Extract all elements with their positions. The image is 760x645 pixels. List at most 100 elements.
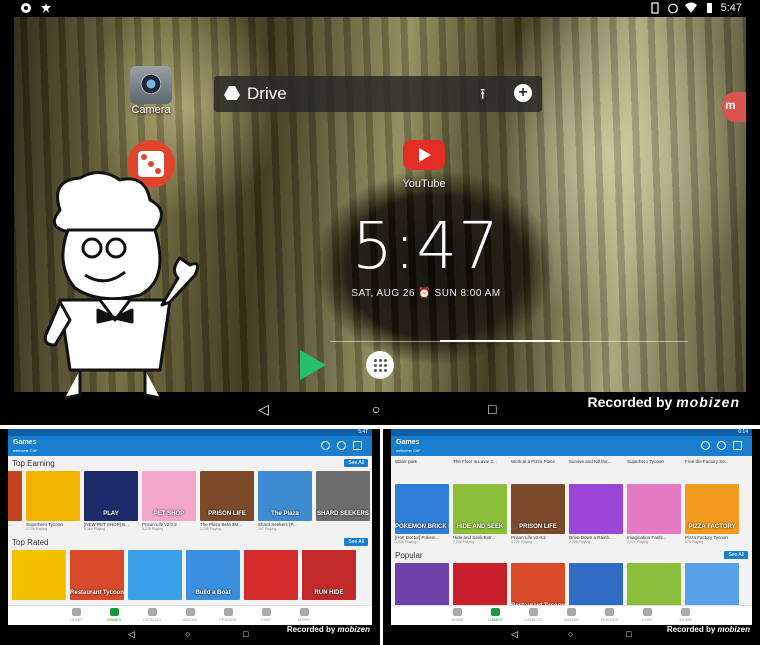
tab-catalog[interactable]: CATALOG [141,606,163,625]
drive-icon [224,86,240,100]
recorder-brand: mobizen [717,625,750,634]
home-tab-icon [71,608,81,616]
section-title-popular: Popular [395,551,423,560]
game-card[interactable]: Superhero Tycoon 2,235 Playing [26,471,80,531]
tab-games[interactable]: GAMES [103,606,125,625]
tab-friends[interactable]: FRIENDS [599,606,621,625]
back-icon[interactable]: ◁ [258,401,269,418]
menu-icon[interactable] [353,441,362,450]
tab-catalog[interactable]: CATALOG [523,606,545,625]
game-card[interactable]: HIDE AND SEEK Hide and Seek Extr... 2,229 … [453,484,507,544]
recorder-brand: mobizen [337,625,370,634]
home-icon[interactable]: ○ [568,629,573,639]
back-icon[interactable]: ◁ [128,629,135,640]
friends-tab-icon [605,608,614,616]
add-icon[interactable]: + [514,84,532,102]
tab-avatar[interactable]: AVATAR [561,606,583,625]
game-card[interactable]: Superhero Tycoon [627,458,681,464]
game-card[interactable] [128,550,182,600]
page-indicator [330,340,688,342]
recents-icon[interactable]: □ [488,401,496,417]
game-thumbnail: PRISON LIFE [200,471,254,521]
roblox-header: Games welcome ChF [391,436,752,456]
game-card[interactable]: Survive and Kill the... [569,458,623,464]
game-card[interactable]: PET SHOP Prison Life v2.0.2 3,229 Playing [142,471,196,531]
game-card[interactable]: Free the Factory Se... [685,458,739,464]
camera-icon [130,66,172,104]
game-row: POKEMON BRICK BRONZE[Hot! Doctor] Pokem.… [391,482,752,548]
section-title-top-earning: Top Earning [12,459,55,468]
upload-icon[interactable]: ⭱ [480,84,485,109]
home-tab-icon [453,608,462,616]
tab-more[interactable]: MORE [293,606,315,625]
game-thumbnail: SHARD SEEKERS [316,471,370,521]
game-card[interactable]: Build a Boat [186,550,240,600]
game-card[interactable]: Work at a Pizza Place [511,458,565,464]
all-apps-button[interactable] [366,351,394,379]
search-icon[interactable] [321,441,330,450]
tab-home[interactable]: HOME [447,606,469,625]
back-icon[interactable]: ◁ [511,629,518,640]
game-card[interactable] [12,550,66,600]
game-card[interactable]: PRISON LIFE Prison Life v2.0.2 3,229 Playi… [511,484,565,544]
recents-icon[interactable]: □ [243,629,248,639]
game-thumbnail: The Plaza [258,471,312,521]
game-card[interactable]: The Floor Is Lava! 2... [453,458,507,464]
tab-avatar[interactable]: AVATAR [179,606,201,625]
game-card[interactable]: The Floor Is Lava! 2...3,229 Playing [8,471,22,531]
see-all-button[interactable]: See All [344,538,368,546]
menu-icon[interactable] [733,441,742,450]
game-thumbnail [627,484,681,534]
thumbnail-caption: The Plaza [271,511,299,517]
play-store-icon[interactable] [300,350,326,380]
tab-chat[interactable]: CHAT [255,606,277,625]
status-time: 6:14 [738,429,748,435]
thumbnail-caption: Restaurant Tycoon [70,590,124,596]
game-name: Water park [395,459,417,464]
game-thumbnail: PIZZA FACTORY [685,484,739,534]
thumbnail-caption: RUN HIDE [314,590,344,596]
game-card[interactable]: PIZZA FACTORY Pizza Factory Tycoon 878 Pla… [685,484,739,544]
game-thumbnail: Build a Boat [186,550,240,600]
catalog-tab-icon [147,608,157,616]
tab-home[interactable]: HOME [65,606,87,625]
tab-more[interactable]: MORE [675,606,697,625]
game-card[interactable]: The Plaza Shard Seekers (P... 367 Playing [258,471,312,531]
tab-label: HOME [451,617,464,622]
game-card[interactable]: POKEMON BRICK BRONZE[Hot! Doctor] Pokem.… [395,484,449,544]
clock-widget-time[interactable]: 5:47 [338,210,514,284]
recorder-watermark: Recorded by mobizen [287,625,370,634]
game-card[interactable]: Drive Down a Rainb... 2,229 Playing [569,484,623,544]
recents-icon[interactable]: □ [626,629,631,639]
home-icon[interactable]: ○ [372,401,380,417]
page-subtitle: welcome ChF [396,448,421,453]
game-card[interactable] [244,550,298,600]
game-thumbnail: POKEMON BRICK BRONZE [395,484,449,534]
game-card[interactable]: Restaurant Tycoon [70,550,124,600]
tab-games[interactable]: GAMES [485,606,507,625]
search-icon[interactable] [701,441,710,450]
tab-chat[interactable]: CHAT [637,606,659,625]
bottom-tab-bar: HOME GAMES CATALOG AVATAR FRIENDS CHAT MORE [391,605,752,625]
tab-label: GAMES [106,617,122,622]
tab-label: FRIENDS [600,617,619,622]
robux-icon[interactable] [717,441,726,450]
player-count: 367 Playing [258,527,277,531]
mobizen-edge-button[interactable]: m [722,92,746,122]
tab-friends[interactable]: FRIENDS [217,606,239,625]
see-all-button[interactable]: See All [344,459,368,467]
game-card[interactable]: Imagination Fashi... 2,221 Playing [627,484,681,544]
home-icon[interactable]: ○ [185,629,190,639]
game-card[interactable]: SHARD SEEKERS [316,471,370,521]
robux-icon[interactable] [337,441,346,450]
see-all-button[interactable]: See All [724,551,748,559]
game-card[interactable]: PLAY [NEW PET SHOP] B... 5,369 Playing [84,471,138,531]
drive-widget[interactable]: Drive ⭱ + [214,76,542,112]
game-card[interactable]: Water park [395,458,449,464]
camera-label: Camera [131,104,171,116]
youtube-app[interactable]: YouTube [399,140,449,190]
camera-app[interactable]: Camera [128,66,174,116]
game-thumbnail: PET SHOP [142,471,196,521]
game-card[interactable]: PRISON LIFE The Plaza Beta 3M... 2,235 Pla… [200,471,254,531]
game-card[interactable]: RUN HIDE [302,550,356,600]
